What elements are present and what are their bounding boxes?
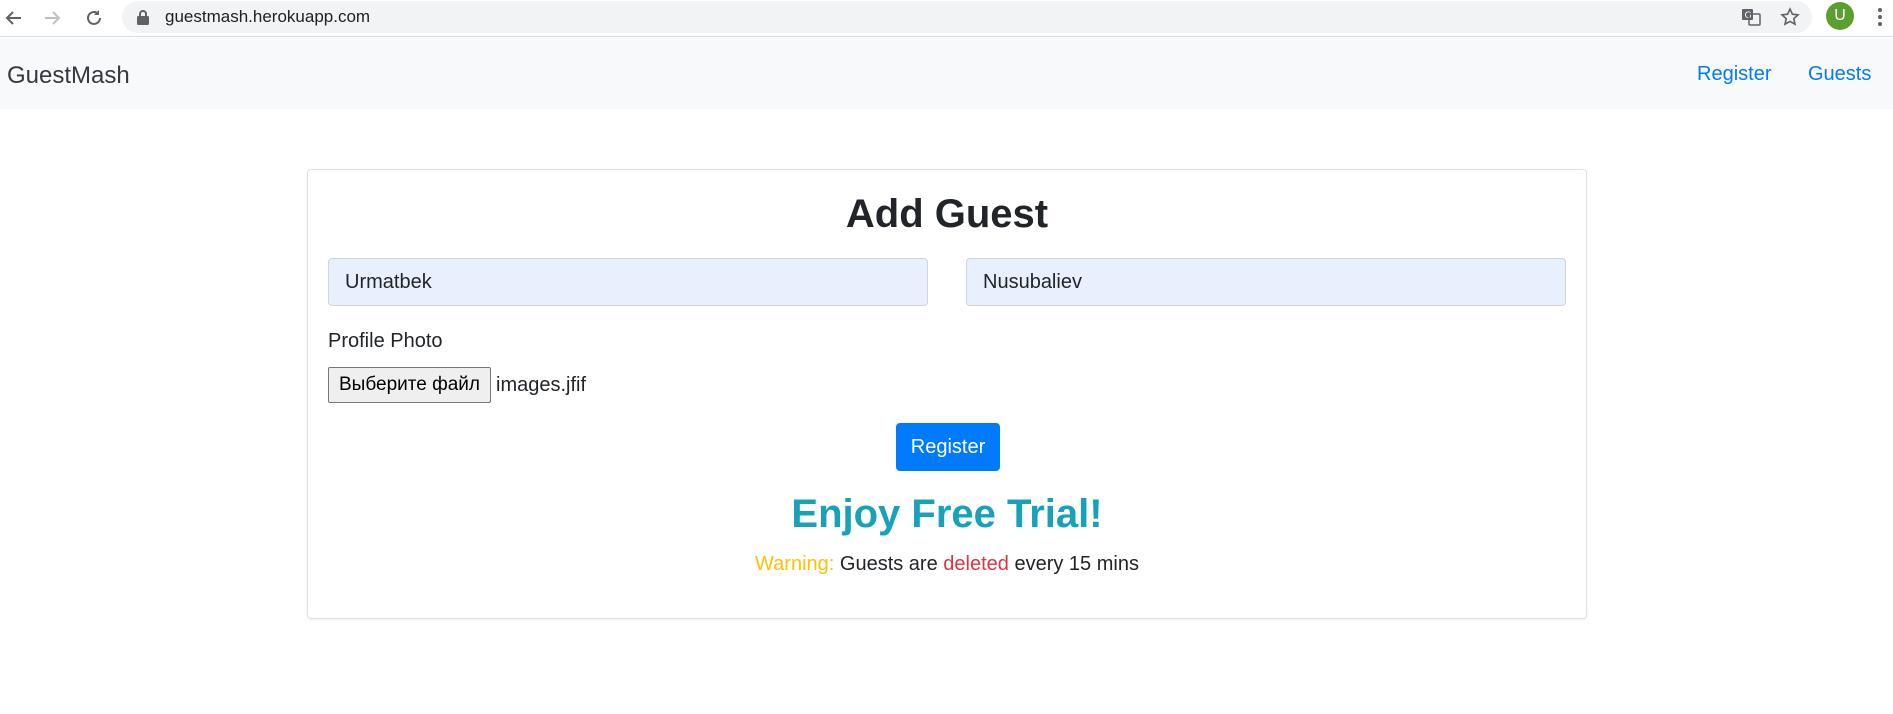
star-icon[interactable] (1779, 6, 1801, 28)
browser-toolbar: guestmash.herokuapp.com G U (0, 0, 1893, 37)
free-trial-heading: Enjoy Free Trial! (791, 492, 1103, 536)
profile-photo-label: Profile Photo (328, 330, 443, 352)
selected-file-name: images.jfif (496, 374, 587, 396)
page-title: Add Guest (845, 192, 1049, 236)
translate-icon[interactable]: G (1740, 6, 1762, 28)
reload-icon[interactable] (80, 4, 108, 32)
site-navbar: GuestMash Register Guests (0, 38, 1893, 109)
svg-text:G: G (1745, 11, 1752, 21)
add-guest-card: Add Guest Urmatbek Nusubaliev Profile Ph… (307, 169, 1587, 619)
lock-icon (137, 10, 149, 25)
nav-link-register[interactable]: Register (1697, 63, 1771, 86)
forward-arrow-icon[interactable] (38, 4, 66, 32)
first-name-input[interactable]: Urmatbek (328, 258, 928, 306)
nav-link-guests[interactable]: Guests (1808, 63, 1871, 86)
register-button[interactable]: Register (896, 423, 1000, 471)
last-name-input[interactable]: Nusubaliev (966, 258, 1566, 306)
choose-file-button[interactable]: Выберите файл (328, 367, 491, 403)
warning-text-start: Guests are (839, 553, 938, 575)
warning-text-end: every 15 mins (1014, 553, 1139, 575)
back-arrow-icon[interactable] (0, 4, 28, 32)
warning-label: Warning: (755, 553, 835, 575)
profile-avatar[interactable]: U (1826, 2, 1854, 30)
address-bar[interactable]: guestmash.herokuapp.com G (122, 1, 1812, 33)
brand-logo[interactable]: GuestMash (7, 62, 130, 90)
menu-dots-icon[interactable] (1872, 4, 1888, 30)
address-url: guestmash.herokuapp.com (165, 7, 371, 26)
deletion-warning: Warning: Guests are deleted every 15 min… (308, 553, 1586, 576)
deleted-word: deleted (943, 553, 1009, 575)
